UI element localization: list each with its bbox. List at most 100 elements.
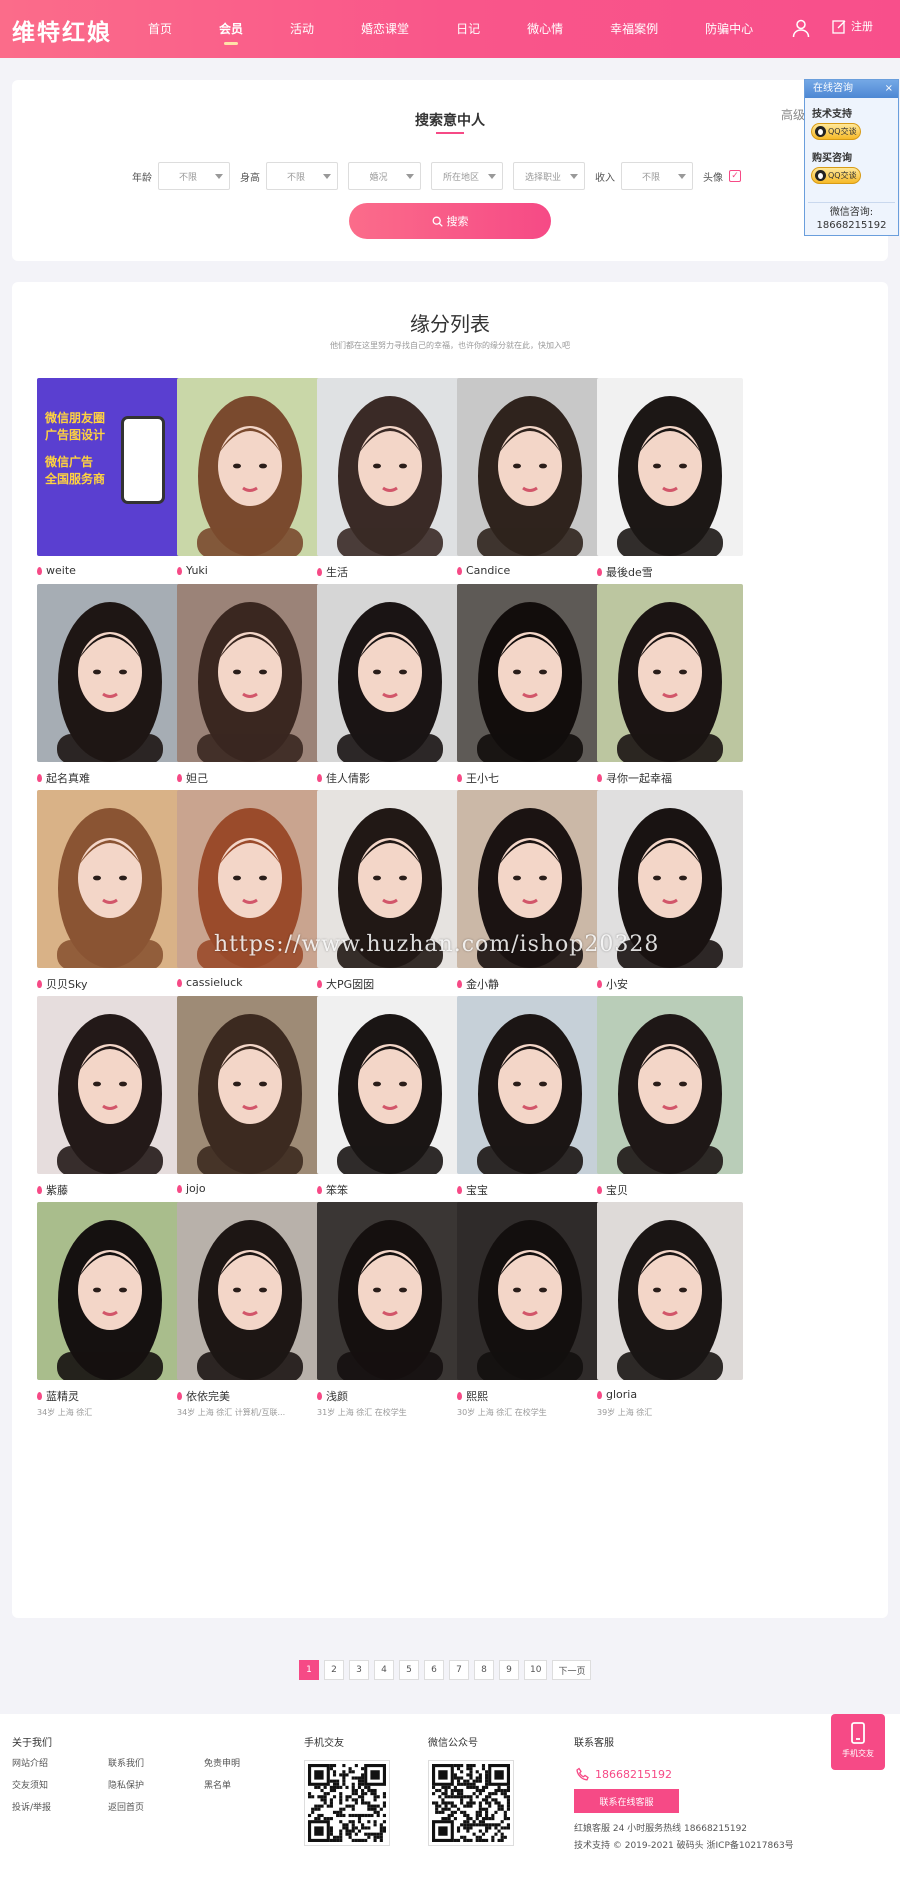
page-button[interactable]: 1: [299, 1660, 319, 1680]
member-name[interactable]: 王小七: [457, 770, 499, 786]
member-name[interactable]: 宝贝: [597, 1182, 628, 1198]
income-select[interactable]: 不限: [621, 162, 693, 190]
member-photo[interactable]: [177, 996, 323, 1174]
member-card[interactable]: 最後de雪40岁 上海 徐汇: [597, 378, 743, 608]
member-photo[interactable]: 微信朋友圈 广告图设计 微信广告 全国服务商: [37, 378, 183, 556]
member-card[interactable]: 微信朋友圈广告图设计微信广告全国服务商weite32岁 浙江 温州: [37, 378, 183, 608]
member-card[interactable]: 紫藤38岁 上海 徐汇: [37, 996, 183, 1226]
search-button[interactable]: 搜索: [349, 203, 551, 239]
member-card[interactable]: 笨笨39岁 上海 徐汇 计算机/互联...: [317, 996, 463, 1226]
footer-link-disclaimer[interactable]: 免责申明: [204, 1756, 240, 1769]
nav-classroom[interactable]: 婚恋课堂: [349, 0, 421, 58]
member-name[interactable]: 贝贝Sky: [37, 976, 87, 992]
member-name[interactable]: 熙熙: [457, 1388, 488, 1404]
member-photo[interactable]: [317, 996, 463, 1174]
member-photo[interactable]: [597, 378, 743, 556]
ad-banner[interactable]: 微信朋友圈 广告图设计 微信广告 全国服务商: [37, 378, 183, 556]
member-photo[interactable]: [37, 996, 183, 1174]
member-card[interactable]: 起名真难37岁 上海 徐汇 自由职业者: [37, 584, 183, 814]
member-photo[interactable]: [317, 584, 463, 762]
contact-online-button[interactable]: 联系在线客服: [574, 1789, 679, 1813]
footer-link-notice[interactable]: 交友须知: [12, 1778, 48, 1791]
close-icon[interactable]: ×: [885, 80, 893, 98]
nav-cases[interactable]: 幸福案例: [598, 0, 670, 58]
member-card[interactable]: Yuki34岁 上海 徐汇: [177, 378, 323, 608]
page-button[interactable]: 4: [374, 1660, 394, 1680]
qq-chat-button-tech[interactable]: QQ交谈: [811, 123, 861, 140]
member-card[interactable]: gloria 39岁 上海 徐汇: [597, 1202, 743, 1432]
member-card[interactable]: 熙熙 30岁 上海 徐汇 在校学生: [457, 1202, 603, 1432]
marriage-select[interactable]: 婚况: [348, 162, 421, 190]
member-card[interactable]: 蓝精灵 34岁 上海 徐汇: [37, 1202, 183, 1432]
member-name[interactable]: 寻你一起幸福: [597, 770, 672, 786]
page-button[interactable]: 7: [449, 1660, 469, 1680]
member-photo[interactable]: [597, 584, 743, 762]
nav-home[interactable]: 首页: [136, 0, 184, 58]
region-select[interactable]: 所在地区: [431, 162, 503, 190]
page-button[interactable]: 9: [499, 1660, 519, 1680]
next-page-button[interactable]: 下一页: [552, 1660, 592, 1680]
member-card[interactable]: 金小静30岁 上海 徐汇: [457, 790, 603, 1020]
member-photo[interactable]: [317, 378, 463, 556]
member-card[interactable]: 王小七37岁 上海 徐汇: [457, 584, 603, 814]
member-photo[interactable]: [177, 378, 323, 556]
nav-antifraud[interactable]: 防骗中心: [693, 0, 765, 58]
register-link[interactable]: 注册: [832, 18, 873, 34]
member-photo[interactable]: [457, 996, 603, 1174]
qq-chat-button-purchase[interactable]: QQ交谈: [811, 167, 861, 184]
site-logo[interactable]: 维特红娘: [12, 13, 112, 47]
member-photo[interactable]: [177, 1202, 323, 1380]
member-card[interactable]: 妲己33岁 上海 徐汇: [177, 584, 323, 814]
member-name[interactable]: 起名真难: [37, 770, 90, 786]
member-name[interactable]: Candice: [457, 564, 510, 577]
member-name[interactable]: 最後de雪: [597, 564, 653, 580]
member-card[interactable]: 宝贝37岁 上海 徐汇: [597, 996, 743, 1226]
member-photo[interactable]: [37, 584, 183, 762]
footer-link-intro[interactable]: 网站介绍: [12, 1756, 48, 1769]
member-card[interactable]: 大PG囡囡34岁 上海 徐汇: [317, 790, 463, 1020]
member-name[interactable]: 生活: [317, 564, 348, 580]
page-button[interactable]: 6: [424, 1660, 444, 1680]
member-photo[interactable]: [457, 1202, 603, 1380]
member-photo[interactable]: [317, 1202, 463, 1380]
member-name[interactable]: cassieluck: [177, 976, 243, 989]
page-button[interactable]: 10: [524, 1660, 548, 1680]
member-photo[interactable]: [457, 584, 603, 762]
member-name[interactable]: 蓝精灵: [37, 1388, 79, 1404]
member-photo[interactable]: [177, 584, 323, 762]
user-icon[interactable]: [791, 18, 811, 38]
advanced-search-link[interactable]: 高级: [781, 106, 805, 123]
member-name[interactable]: 小安: [597, 976, 628, 992]
height-select[interactable]: 不限: [266, 162, 338, 190]
member-card[interactable]: 小安40岁 上海 徐汇: [597, 790, 743, 1020]
member-name[interactable]: 宝宝: [457, 1182, 488, 1198]
member-card[interactable]: 依依完美 34岁 上海 徐汇 计算机/互联...: [177, 1202, 323, 1432]
footer-link-complaint[interactable]: 投诉/举报: [12, 1800, 51, 1813]
page-button[interactable]: 8: [474, 1660, 494, 1680]
footer-link-privacy[interactable]: 隐私保护: [108, 1778, 144, 1791]
member-card[interactable]: 浅颜 31岁 上海 徐汇 在校学生: [317, 1202, 463, 1432]
footer-link-home[interactable]: 返回首页: [108, 1800, 144, 1813]
nav-members[interactable]: 会员: [207, 0, 255, 58]
member-name[interactable]: 依依完美: [177, 1388, 230, 1404]
member-name[interactable]: 妲己: [177, 770, 208, 786]
member-card[interactable]: 寻你一起幸福42岁 上海 徐汇 私营业主: [597, 584, 743, 814]
member-name[interactable]: 笨笨: [317, 1182, 348, 1198]
member-name[interactable]: Yuki: [177, 564, 208, 577]
age-select[interactable]: 不限: [158, 162, 230, 190]
member-card[interactable]: 宝宝38岁 上海 徐汇: [457, 996, 603, 1226]
member-name[interactable]: 大PG囡囡: [317, 976, 374, 992]
nav-diary[interactable]: 日记: [444, 0, 492, 58]
job-select[interactable]: 选择职业: [513, 162, 585, 190]
member-card[interactable]: cassieluck34岁 上海 徐汇: [177, 790, 323, 1020]
nav-events[interactable]: 活动: [278, 0, 326, 58]
member-card[interactable]: jojo40岁 上海 徐汇: [177, 996, 323, 1226]
page-button[interactable]: 5: [399, 1660, 419, 1680]
mobile-dating-float-button[interactable]: 手机交友: [831, 1714, 885, 1770]
member-name[interactable]: 紫藤: [37, 1182, 68, 1198]
member-name[interactable]: gloria: [597, 1388, 637, 1401]
member-photo[interactable]: [37, 790, 183, 968]
member-card[interactable]: 生活41岁 上海 徐汇 自由职业者: [317, 378, 463, 608]
member-name[interactable]: 佳人倩影: [317, 770, 370, 786]
page-button[interactable]: 3: [349, 1660, 369, 1680]
